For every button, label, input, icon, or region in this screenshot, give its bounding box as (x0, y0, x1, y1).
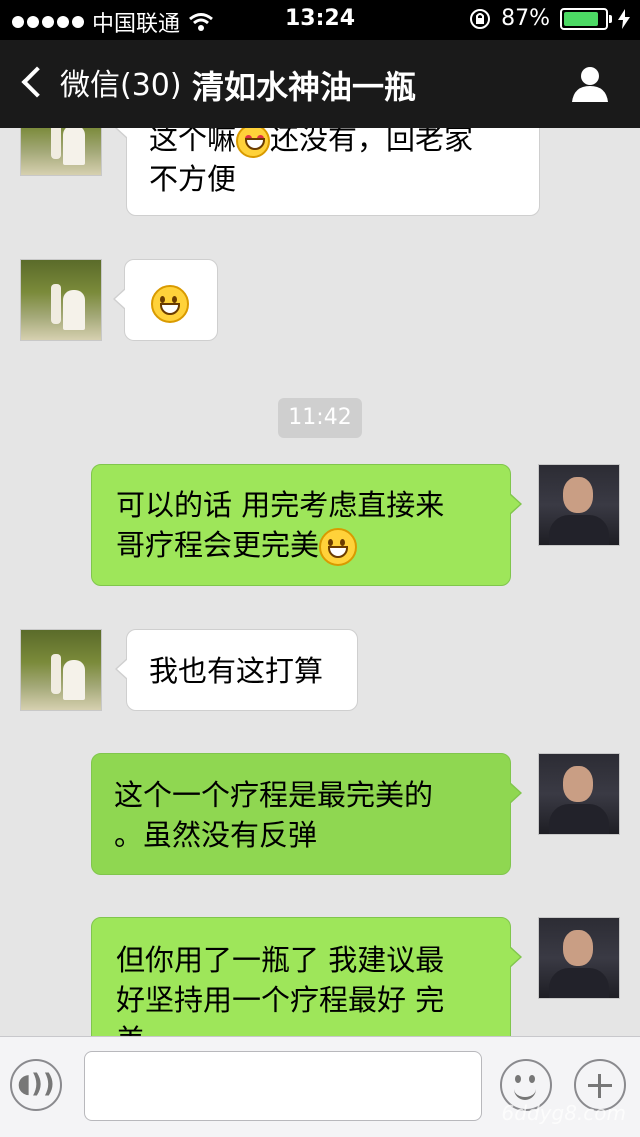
battery-percent: 87% (501, 6, 550, 31)
message-bubble[interactable]: 但你用了一瓶了 我建议最 好坚持用一个疗程最好 完 美 (91, 917, 522, 1036)
contact-avatar[interactable] (20, 128, 102, 176)
message-bubble[interactable] (113, 259, 218, 341)
rotation-lock-icon (470, 8, 491, 29)
nav-bar: 微信(30) 清如水神油一瓶 (0, 40, 640, 128)
contact-avatar[interactable] (20, 259, 102, 341)
message-text: 不方便 (149, 162, 237, 196)
battery-icon (560, 7, 612, 30)
message-text: 好坚持用一个疗程最好 完 (116, 983, 445, 1017)
message-text: 还没有，回老家 (270, 128, 474, 156)
message-text: 。虽然没有反弹 (114, 818, 318, 852)
own-avatar[interactable] (538, 753, 620, 835)
own-avatar[interactable] (538, 464, 620, 546)
message-text: 哥疗程会更完美 (116, 528, 320, 562)
message-bubble[interactable]: 这个一个疗程是最完美的 。虽然没有反弹 (91, 753, 522, 875)
voice-button[interactable]: ◖)) (10, 1059, 62, 1111)
voice-icon: ◖)) (17, 1069, 55, 1099)
message-bubble[interactable]: 可以的话 用完考虑直接来 哥疗程会更完美 (91, 464, 522, 586)
message-text: 但你用了一瓶了 我建议最 (116, 943, 445, 977)
input-bar: ◖)) 6ddyg8.com (0, 1036, 640, 1137)
message-text: 美 (116, 1023, 145, 1036)
charging-icon (618, 8, 630, 29)
watermark: 6ddyg8.com (501, 1101, 626, 1125)
message-text: 这个一个疗程是最完美的 (114, 778, 434, 812)
battery-fill (564, 11, 599, 26)
contact-avatar[interactable] (20, 629, 102, 711)
message-text: 我也有这打算 (149, 654, 324, 688)
message-bubble[interactable]: 我也有这打算 (115, 629, 358, 711)
chat-area[interactable]: 这个嘛 还没有，回老家 不方便 11:42 可以的话 用完考虑直接来 哥疗程会更完… (0, 128, 640, 1036)
message-text: 可以的话 用完考虑直接来 (116, 488, 445, 522)
message-text: 这个嘛 (149, 128, 237, 156)
chevron-left-icon (21, 66, 53, 98)
back-label: 微信(30) (60, 68, 182, 103)
message-bubble[interactable]: 这个嘛 还没有，回老家 不方便 (115, 128, 540, 216)
status-right: 87% (469, 6, 630, 31)
person-icon[interactable] (570, 64, 610, 104)
message-timestamp: 11:42 (278, 398, 362, 438)
message-input[interactable] (84, 1051, 482, 1121)
back-button[interactable]: 微信(30) (18, 60, 182, 104)
chat-title: 清如水神油一瓶 (192, 68, 417, 106)
heart-eyes-emoji (236, 128, 271, 158)
smile-emoji (319, 528, 358, 566)
own-avatar[interactable] (538, 917, 620, 999)
status-bar: 中国联通 13:24 87% (0, 0, 640, 40)
grin-emoji (151, 285, 189, 323)
